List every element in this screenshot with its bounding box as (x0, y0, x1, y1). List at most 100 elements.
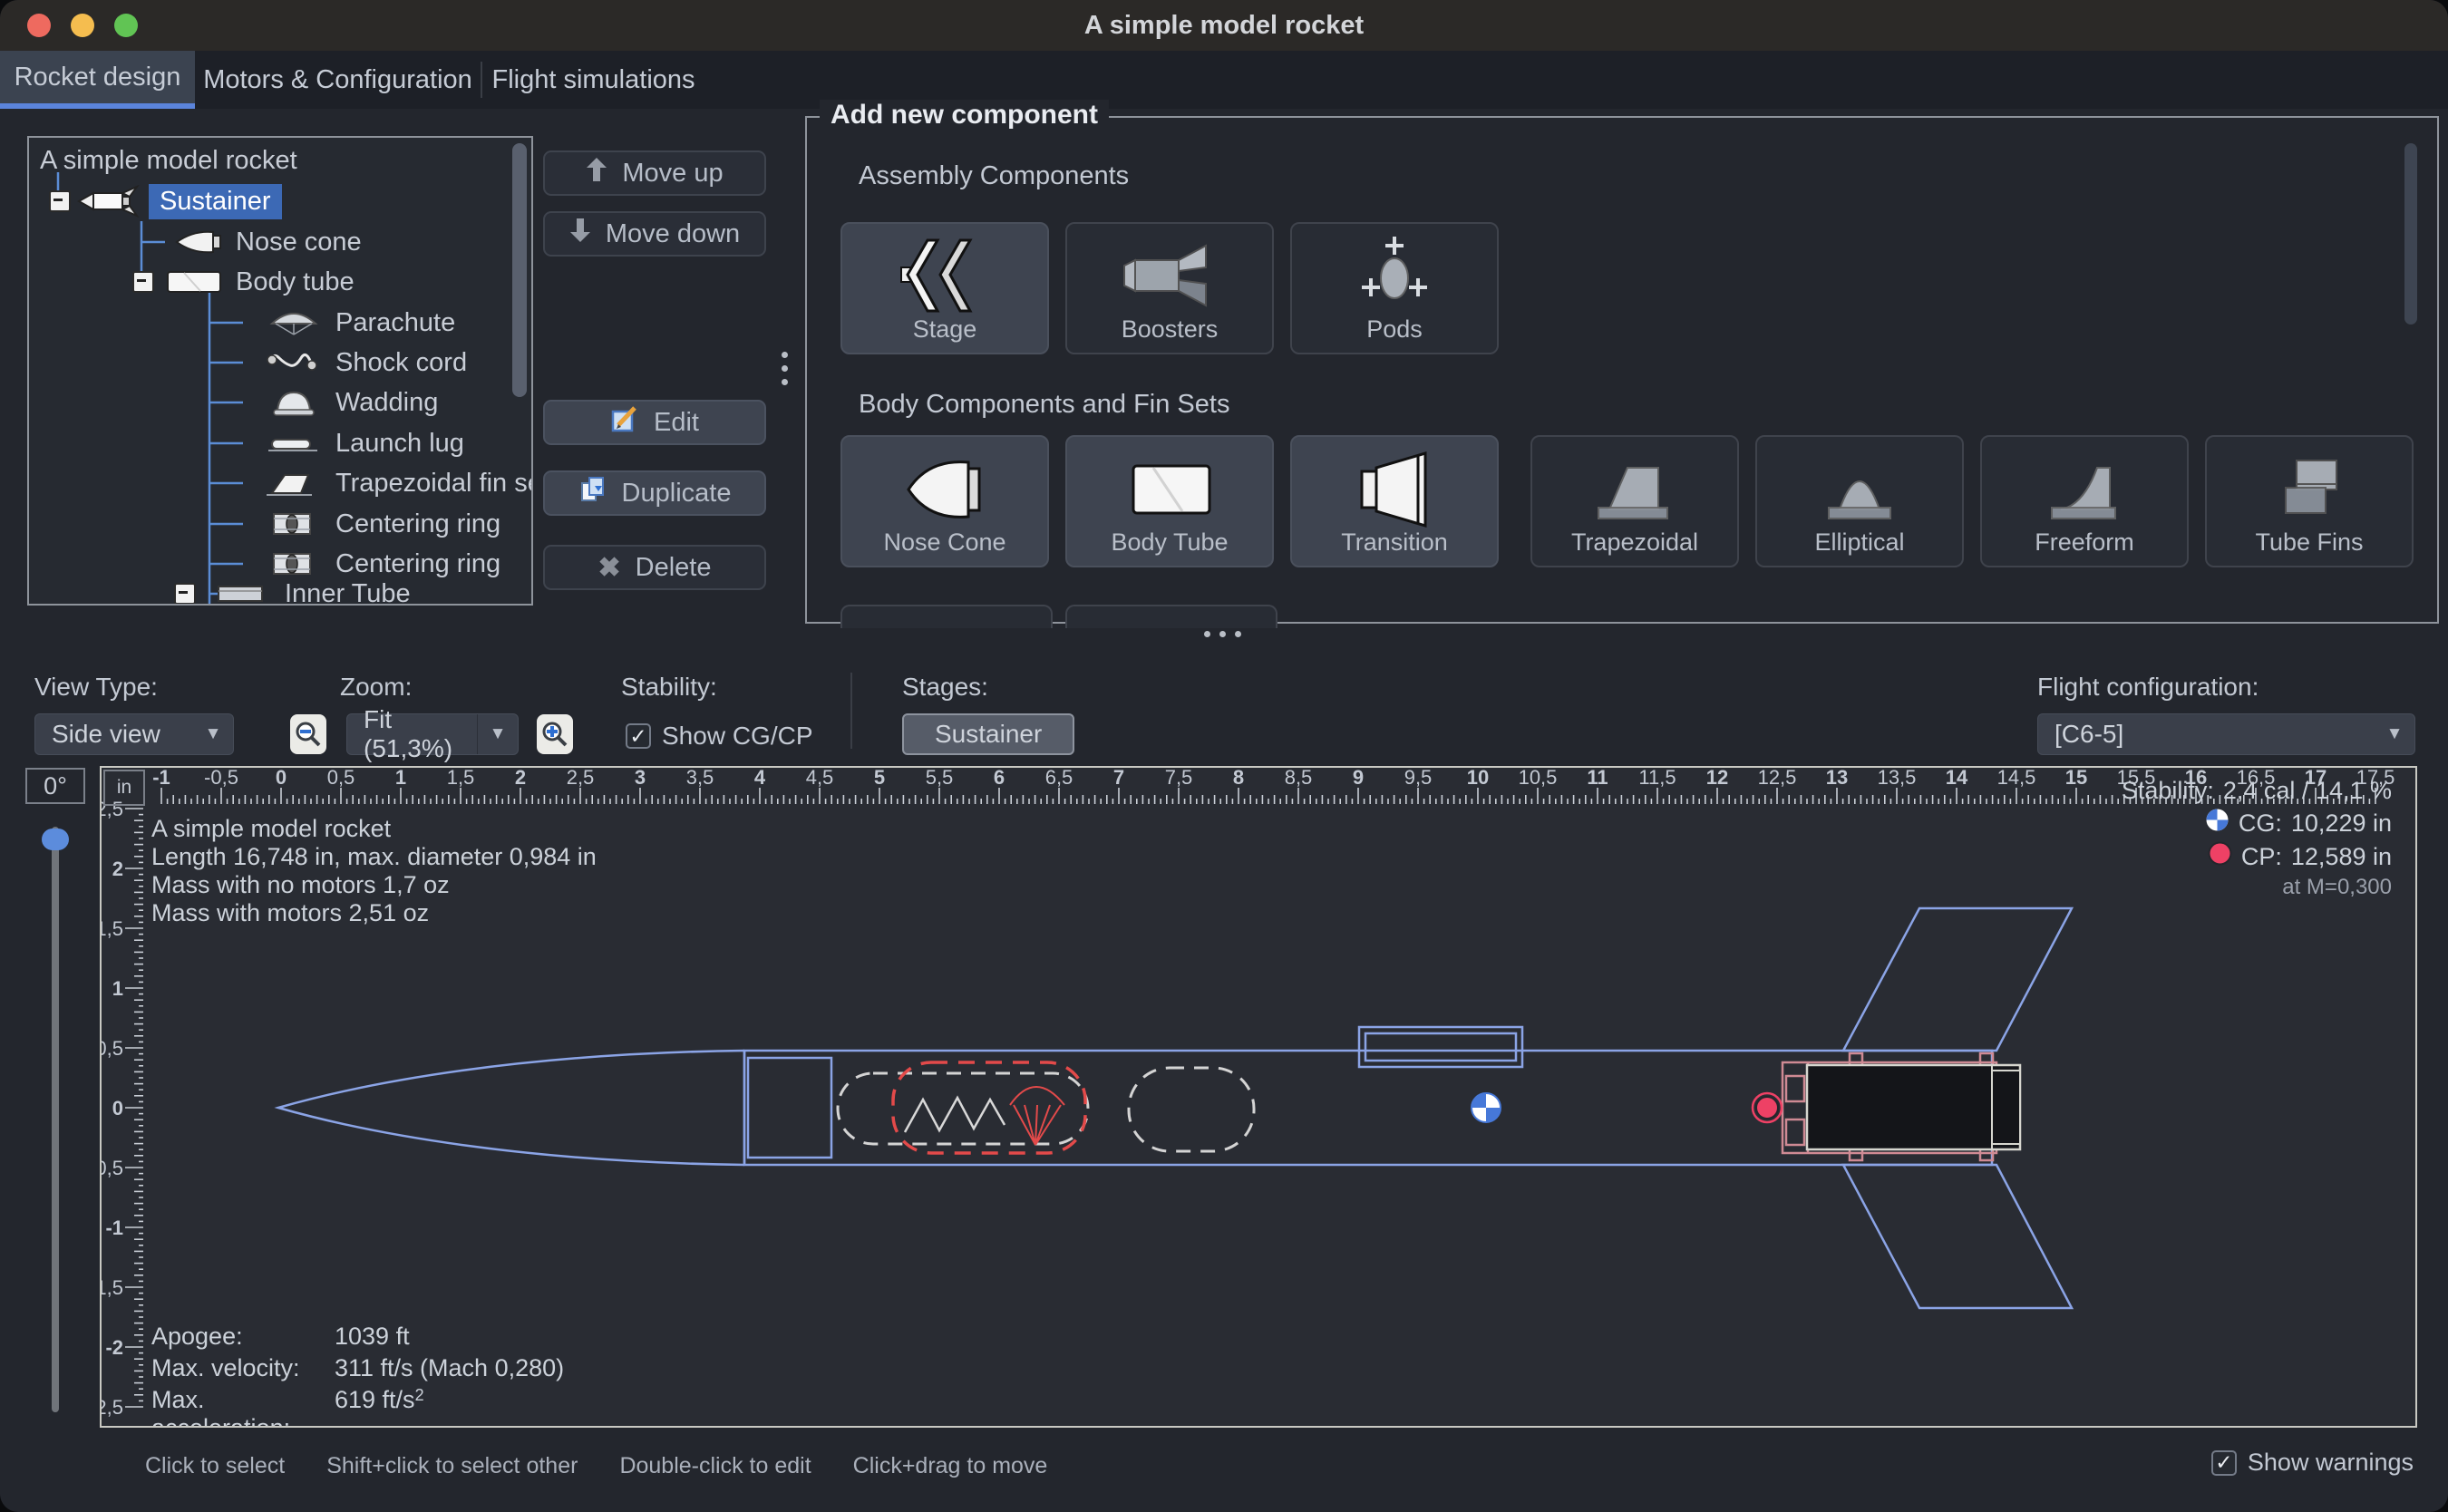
tree-item-centering-ring-1[interactable]: Centering ring (252, 504, 500, 544)
show-warnings-checkbox[interactable]: ✓ (2211, 1450, 2237, 1476)
rocket-canvas[interactable]: -1-0,500,511,522,533,544,555,566,577,588… (100, 766, 2417, 1428)
tree-item-rocket[interactable]: A simple model rocket (40, 141, 297, 180)
svg-text:2: 2 (112, 858, 123, 880)
stage-toggle-sustainer[interactable]: Sustainer (902, 713, 1074, 755)
delete-button[interactable]: ✖ Delete (543, 545, 766, 590)
show-warnings-control[interactable]: ✓ Show warnings (2211, 1449, 2414, 1477)
svg-text:4: 4 (754, 768, 766, 789)
add-panel-scrollbar[interactable] (2404, 143, 2417, 325)
add-freeform-fin-button[interactable]: Freeform (1980, 435, 2189, 567)
zoom-select[interactable]: Fit (51,3%) ▼ (346, 713, 519, 755)
svg-text:12: 12 (1706, 768, 1728, 789)
svg-text:1: 1 (395, 768, 406, 789)
view-type-select[interactable]: Side view ▼ (34, 713, 234, 755)
cp-label: CP: (2241, 843, 2282, 871)
pods-icon (1340, 231, 1449, 326)
tree-item-wadding[interactable]: Wadding (252, 383, 438, 422)
rotation-slider-track[interactable] (52, 827, 59, 1412)
cp-legend-icon (2208, 841, 2232, 872)
add-tube-fins-button[interactable]: Tube Fins (2205, 435, 2414, 567)
tab-motors-configuration[interactable]: Motors & Configuration (195, 51, 481, 109)
body-components-heading: Body Components and Fin Sets (859, 390, 1229, 420)
flight-stats-block: Apogee: 1039 ft Max. velocity: 311 ft/s … (151, 1323, 564, 1428)
assembly-components-heading: Assembly Components (859, 161, 1129, 191)
horizontal-splitter-handle[interactable] (1204, 631, 1241, 637)
view-type-value: Side view (35, 720, 193, 749)
tree-item-label: Nose cone (236, 228, 362, 257)
button-label: Edit (654, 408, 699, 438)
tree-item-body-tube[interactable]: Body tube (132, 262, 355, 302)
button-label: Move up (622, 159, 723, 189)
tree-item-shock-cord[interactable]: Shock cord (252, 343, 467, 383)
rotation-slider-knob[interactable] (42, 829, 69, 850)
collapse-icon[interactable] (132, 271, 154, 293)
tree-item-trapezoidal-fin-set[interactable]: Trapezoidal fin set (252, 463, 533, 503)
svg-text:3,5: 3,5 (686, 768, 714, 789)
body-tube-icon (154, 267, 236, 296)
svg-text:5,5: 5,5 (926, 768, 954, 789)
body-tube-card-icon (1106, 444, 1233, 539)
collapse-icon[interactable] (174, 583, 196, 605)
wadding-icon (252, 387, 335, 418)
vertical-splitter-handle[interactable] (782, 352, 788, 385)
svg-text:-0,5: -0,5 (102, 1157, 123, 1179)
arrow-down-icon (569, 218, 591, 250)
rocket-icon (71, 185, 149, 218)
button-label: Move down (606, 219, 740, 249)
tree-item-launch-lug[interactable]: Launch lug (252, 423, 464, 463)
add-component-panel: Add new component Assembly Components St… (805, 116, 2439, 624)
edit-button[interactable]: Edit (543, 400, 766, 445)
add-body-tube-button[interactable]: Body Tube (1065, 435, 1274, 567)
tree-item-parachute[interactable]: Parachute (252, 303, 455, 343)
duplicate-icon (578, 475, 607, 511)
add-trapezoidal-fin-button[interactable]: Trapezoidal (1530, 435, 1739, 567)
tree-scrollbar[interactable] (512, 143, 527, 397)
zoom-in-button[interactable] (537, 714, 573, 754)
freeform-fin-icon (2021, 444, 2148, 539)
svg-text:5: 5 (874, 768, 885, 789)
add-boosters-button[interactable]: Boosters (1065, 222, 1274, 354)
tree-item-sustainer[interactable]: Sustainer (49, 181, 282, 221)
inner-tube-icon (196, 578, 285, 606)
tree-item-nose-cone[interactable]: Nose cone (167, 222, 362, 262)
duplicate-button[interactable]: Duplicate (543, 470, 766, 516)
fin-icon (252, 468, 335, 499)
hint-click-drag: Click+drag to move (853, 1453, 1048, 1479)
transition-card-icon (1331, 444, 1458, 539)
tree-item-inner-tube[interactable]: Inner Tube (174, 574, 411, 606)
add-pods-button[interactable]: Pods (1290, 222, 1499, 354)
move-up-button[interactable]: Move up (543, 150, 766, 196)
tab-flight-simulations[interactable]: Flight simulations (482, 51, 704, 109)
svg-text:6,5: 6,5 (1045, 768, 1073, 789)
button-label: Delete (636, 553, 712, 583)
show-cg-cp-control[interactable]: ✓ Show CG/CP (626, 722, 813, 751)
partial-card[interactable] (1065, 605, 1277, 628)
cp-value: 12,589 in (2291, 843, 2392, 871)
add-elliptical-fin-button[interactable]: Elliptical (1755, 435, 1964, 567)
svg-text:13,5: 13,5 (1878, 768, 1917, 789)
tree-item-label: Centering ring (335, 509, 500, 539)
stability-label: Stability: (621, 673, 717, 702)
partial-card[interactable] (840, 605, 1053, 628)
zoom-out-button[interactable] (290, 714, 326, 754)
add-transition-button[interactable]: Transition (1290, 435, 1499, 567)
cg-marker (1472, 1093, 1501, 1122)
svg-text:10: 10 (1467, 768, 1489, 789)
motor (1807, 1065, 2020, 1149)
collapse-icon[interactable] (49, 190, 71, 212)
flight-configuration-select[interactable]: [C6-5] ▼ (2037, 713, 2415, 755)
component-tree-panel: A simple model rocket Sustainer (27, 136, 533, 606)
tab-rocket-design[interactable]: Rocket design (0, 51, 195, 109)
svg-text:8: 8 (1233, 768, 1244, 789)
add-nose-cone-button[interactable]: Nose Cone (840, 435, 1049, 567)
stability-info-block: Stability: 2,4 cal / 14,1 % CG: 10,229 i… (2122, 777, 2392, 900)
rocket-mass-motors: Mass with motors 2,51 oz (151, 899, 597, 927)
view-type-label: View Type: (34, 673, 158, 702)
svg-text:8,5: 8,5 (1285, 768, 1313, 789)
svg-text:-1,5: -1,5 (102, 1276, 123, 1299)
svg-text:0: 0 (112, 1097, 123, 1119)
show-cg-cp-checkbox[interactable]: ✓ (626, 723, 651, 749)
move-down-button[interactable]: Move down (543, 211, 766, 257)
add-stage-button[interactable]: Stage (840, 222, 1049, 354)
svg-text:15: 15 (2065, 768, 2087, 789)
